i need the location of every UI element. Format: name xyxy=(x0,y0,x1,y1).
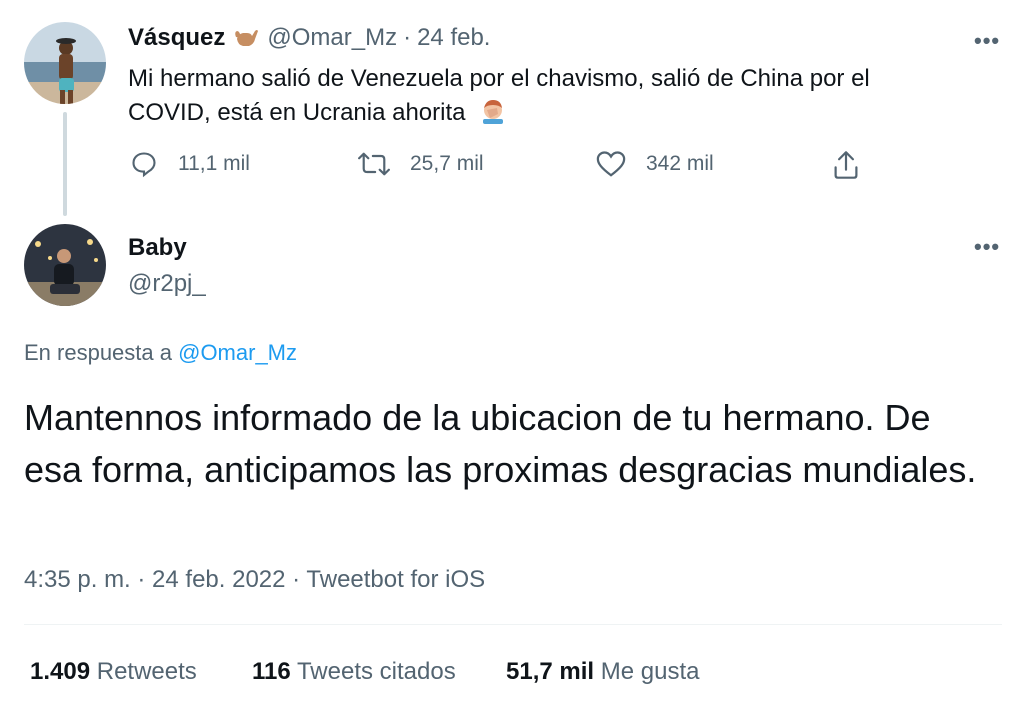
retweet-action[interactable]: 25,7 mil xyxy=(358,150,484,178)
reply-author-handle[interactable]: @r2pj_ xyxy=(128,270,206,298)
call-me-hand-emoji xyxy=(235,30,259,46)
reply-to-link[interactable]: @Omar_Mz xyxy=(178,340,297,365)
retweets-label: Retweets xyxy=(96,658,197,685)
share-action[interactable] xyxy=(832,150,880,180)
retweet-icon xyxy=(358,152,390,176)
likes-label: Me gusta xyxy=(600,658,700,685)
likes-stat[interactable]: 51,7 mil Me gusta xyxy=(506,658,699,686)
reply-count: 11,1 mil xyxy=(178,152,250,175)
share-icon xyxy=(834,151,858,179)
heart-icon xyxy=(596,151,626,177)
divider xyxy=(24,624,1002,625)
reply-more-options-icon[interactable]: ••• xyxy=(974,234,1000,260)
like-count: 342 mil xyxy=(646,152,714,175)
retweet-count: 25,7 mil xyxy=(410,152,484,175)
likes-count: 51,7 mil xyxy=(506,658,595,685)
like-action[interactable]: 342 mil xyxy=(596,150,714,178)
author-handle[interactable]: @Omar_Mz xyxy=(267,24,397,52)
reply-author-name[interactable]: Baby xyxy=(128,234,187,262)
retweets-count: 1.409 xyxy=(30,658,91,685)
quote-tweets-label: Tweets citados xyxy=(296,658,456,685)
retweets-stat[interactable]: 1.409 Retweets xyxy=(30,658,197,686)
tweet-text: Mi hermano salió de Venezuela por el cha… xyxy=(128,62,948,130)
facepalm-emoji xyxy=(483,99,504,124)
avatar-omar[interactable] xyxy=(24,22,106,104)
reply-prefix: En respuesta a xyxy=(24,340,172,365)
thread-connector-line xyxy=(63,112,67,216)
header-separator: · xyxy=(403,24,412,51)
avatar-photo-beach xyxy=(24,22,106,104)
tweet-date[interactable]: 24 feb. xyxy=(417,24,490,52)
reply-context: En respuesta a @Omar_Mz xyxy=(24,340,297,366)
reply-icon xyxy=(132,152,156,178)
quote-tweets-stat[interactable]: 116 Tweets citados xyxy=(252,658,456,686)
quote-tweets-count: 116 xyxy=(252,658,291,685)
more-options-icon[interactable]: ••• xyxy=(974,28,1000,54)
avatar-photo-night xyxy=(24,224,106,306)
tweet-timestamp[interactable]: 4:35 p. m. · 24 feb. 2022 · Tweetbot for… xyxy=(24,566,485,594)
tweet-header: Vásquez @Omar_Mz · 24 feb. xyxy=(128,24,490,52)
avatar-baby[interactable] xyxy=(24,224,106,306)
reply-tweet-text: Mantennos informado de la ubicacion de t… xyxy=(24,397,977,490)
reply-action[interactable]: 11,1 mil xyxy=(130,150,250,178)
author-name[interactable]: Vásquez xyxy=(128,24,225,52)
